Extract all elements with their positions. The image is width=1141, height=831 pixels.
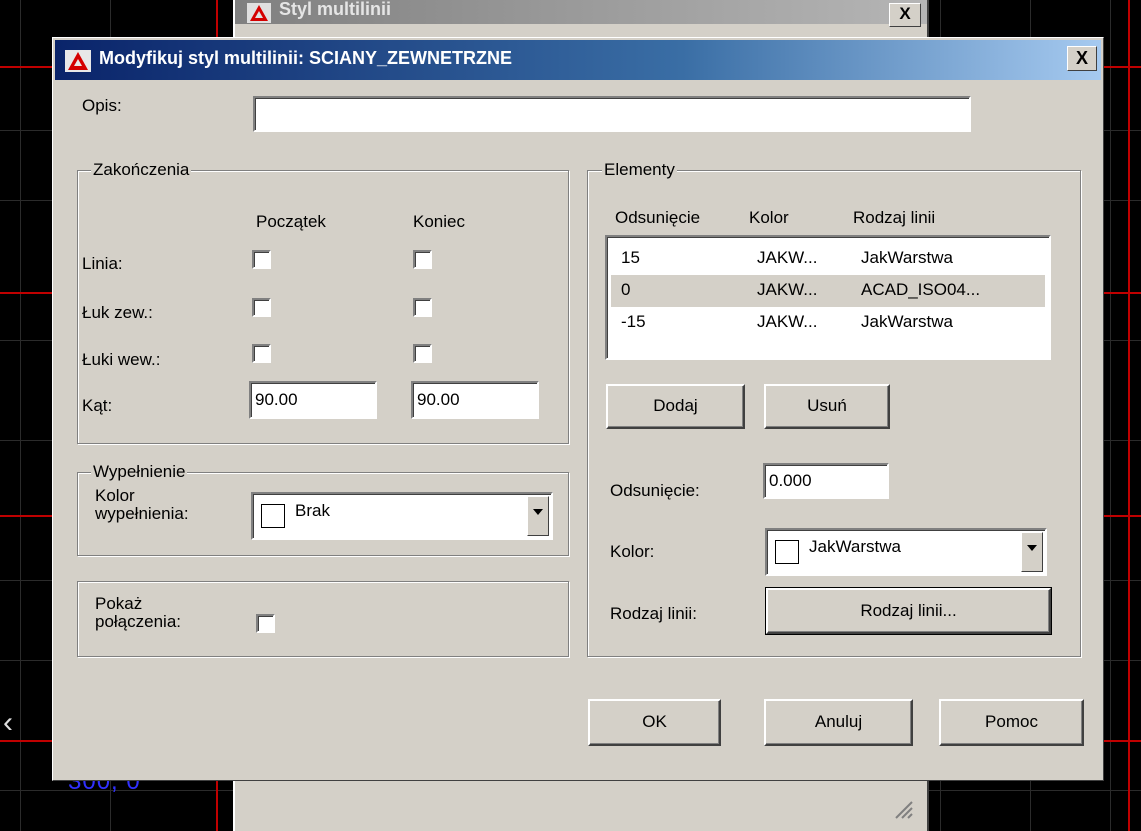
list-item[interactable]: 15 JAKW... JakWarstwa [611, 243, 1045, 275]
fill-color-select[interactable]: Brak [251, 492, 553, 540]
show-joints-label-line2: połączenia: [95, 612, 182, 631]
caps-angle-end-input[interactable] [411, 381, 539, 419]
elements-group-title: Elementy [602, 160, 677, 180]
list-item-selected[interactable]: 0 JAKW... ACAD_ISO04... [611, 275, 1045, 307]
help-button[interactable]: Pomoc [939, 699, 1084, 746]
add-element-button[interactable]: Dodaj [606, 384, 745, 429]
element-linetype-button[interactable]: Rodzaj linii... [765, 587, 1052, 635]
dropdown-arrow-icon[interactable] [527, 496, 549, 536]
element-offset-label: Odsunięcie: [610, 481, 700, 500]
element-color-swatch [775, 540, 799, 564]
caps-group-title: Zakończenia [91, 160, 192, 180]
elements-offset-header[interactable]: Odsunięcie [615, 208, 700, 228]
fill-group-title: Wypełnienie [91, 462, 188, 482]
cad-axis-line [1128, 0, 1130, 831]
caps-angle-label: Kąt: [82, 396, 113, 415]
caps-outer-arc-label: Łuk zew.: [82, 303, 153, 322]
element-offset: -15 [621, 312, 646, 331]
dropdown-arrow-icon[interactable] [1021, 532, 1043, 572]
multiline-style-close-button[interactable]: X [889, 3, 921, 27]
fill-color-value: Brak [295, 501, 330, 520]
caps-start-header: Początek [256, 212, 326, 231]
element-linetype: JakWarstwa [861, 312, 953, 331]
fill-color-label-line1: Kolor [95, 486, 135, 505]
resize-grip-icon[interactable] [893, 799, 913, 819]
elements-color-header[interactable]: Kolor [749, 208, 789, 228]
elements-list[interactable]: 15 JAKW... JakWarstwa 0 JAKW... ACAD_ISO… [605, 235, 1051, 360]
element-color: JAKW... [757, 248, 818, 267]
caps-line-label: Linia: [82, 254, 123, 273]
caps-outer-arc-end-checkbox[interactable] [413, 298, 432, 317]
caps-end-header: Koniec [413, 212, 465, 231]
element-linetype: JakWarstwa [861, 248, 953, 267]
caps-inner-arcs-end-checkbox[interactable] [413, 344, 432, 363]
description-input[interactable] [253, 96, 971, 132]
element-linetype-label: Rodzaj linii: [610, 604, 697, 623]
element-color-label: Kolor: [610, 542, 655, 561]
cancel-button[interactable]: Anuluj [764, 699, 913, 746]
caps-outer-arc-start-checkbox[interactable] [252, 298, 271, 317]
caps-line-start-checkbox[interactable] [252, 250, 271, 269]
close-button[interactable]: X [1067, 46, 1097, 71]
element-color-select[interactable]: JakWarstwa [765, 528, 1047, 576]
modify-multiline-style-dialog: Modyfikuj styl multilinii: SCIANY_ZEWNET… [52, 37, 1104, 781]
show-joints-label-line1: Pokaż [95, 594, 143, 613]
element-color: JAKW... [757, 312, 818, 331]
element-offset-input[interactable] [763, 463, 889, 499]
description-label: Opis: [82, 96, 122, 115]
autocad-app-icon [65, 50, 91, 72]
multiline-style-title: Styl multilinii [279, 0, 392, 19]
caps-inner-arcs-start-checkbox[interactable] [252, 344, 271, 363]
fill-color-label-line2: wypełnienia: [95, 504, 189, 523]
elements-linetype-header[interactable]: Rodzaj linii [853, 208, 935, 228]
caps-line-end-checkbox[interactable] [413, 250, 432, 269]
element-color-value: JakWarstwa [809, 537, 901, 556]
element-offset: 15 [621, 248, 640, 267]
ok-button[interactable]: OK [588, 699, 721, 746]
multiline-style-titlebar: Styl multilinii X [235, 0, 927, 27]
element-linetype: ACAD_ISO04... [861, 280, 981, 299]
show-joints-checkbox[interactable] [256, 614, 275, 633]
element-color: JAKW... [757, 280, 818, 299]
caps-inner-arcs-label: Łuki wew.: [82, 350, 161, 369]
autocad-app-icon [247, 3, 271, 23]
fill-color-swatch [261, 504, 285, 528]
ucs-chevron-icon: ‹ [3, 706, 13, 739]
remove-element-button[interactable]: Usuń [764, 384, 890, 429]
element-offset: 0 [621, 280, 631, 299]
dialog-titlebar[interactable]: Modyfikuj styl multilinii: SCIANY_ZEWNET… [55, 40, 1101, 80]
caps-angle-start-input[interactable] [249, 381, 377, 419]
list-item[interactable]: -15 JAKW... JakWarstwa [611, 307, 1045, 339]
dialog-title: Modyfikuj styl multilinii: SCIANY_ZEWNET… [99, 48, 513, 68]
